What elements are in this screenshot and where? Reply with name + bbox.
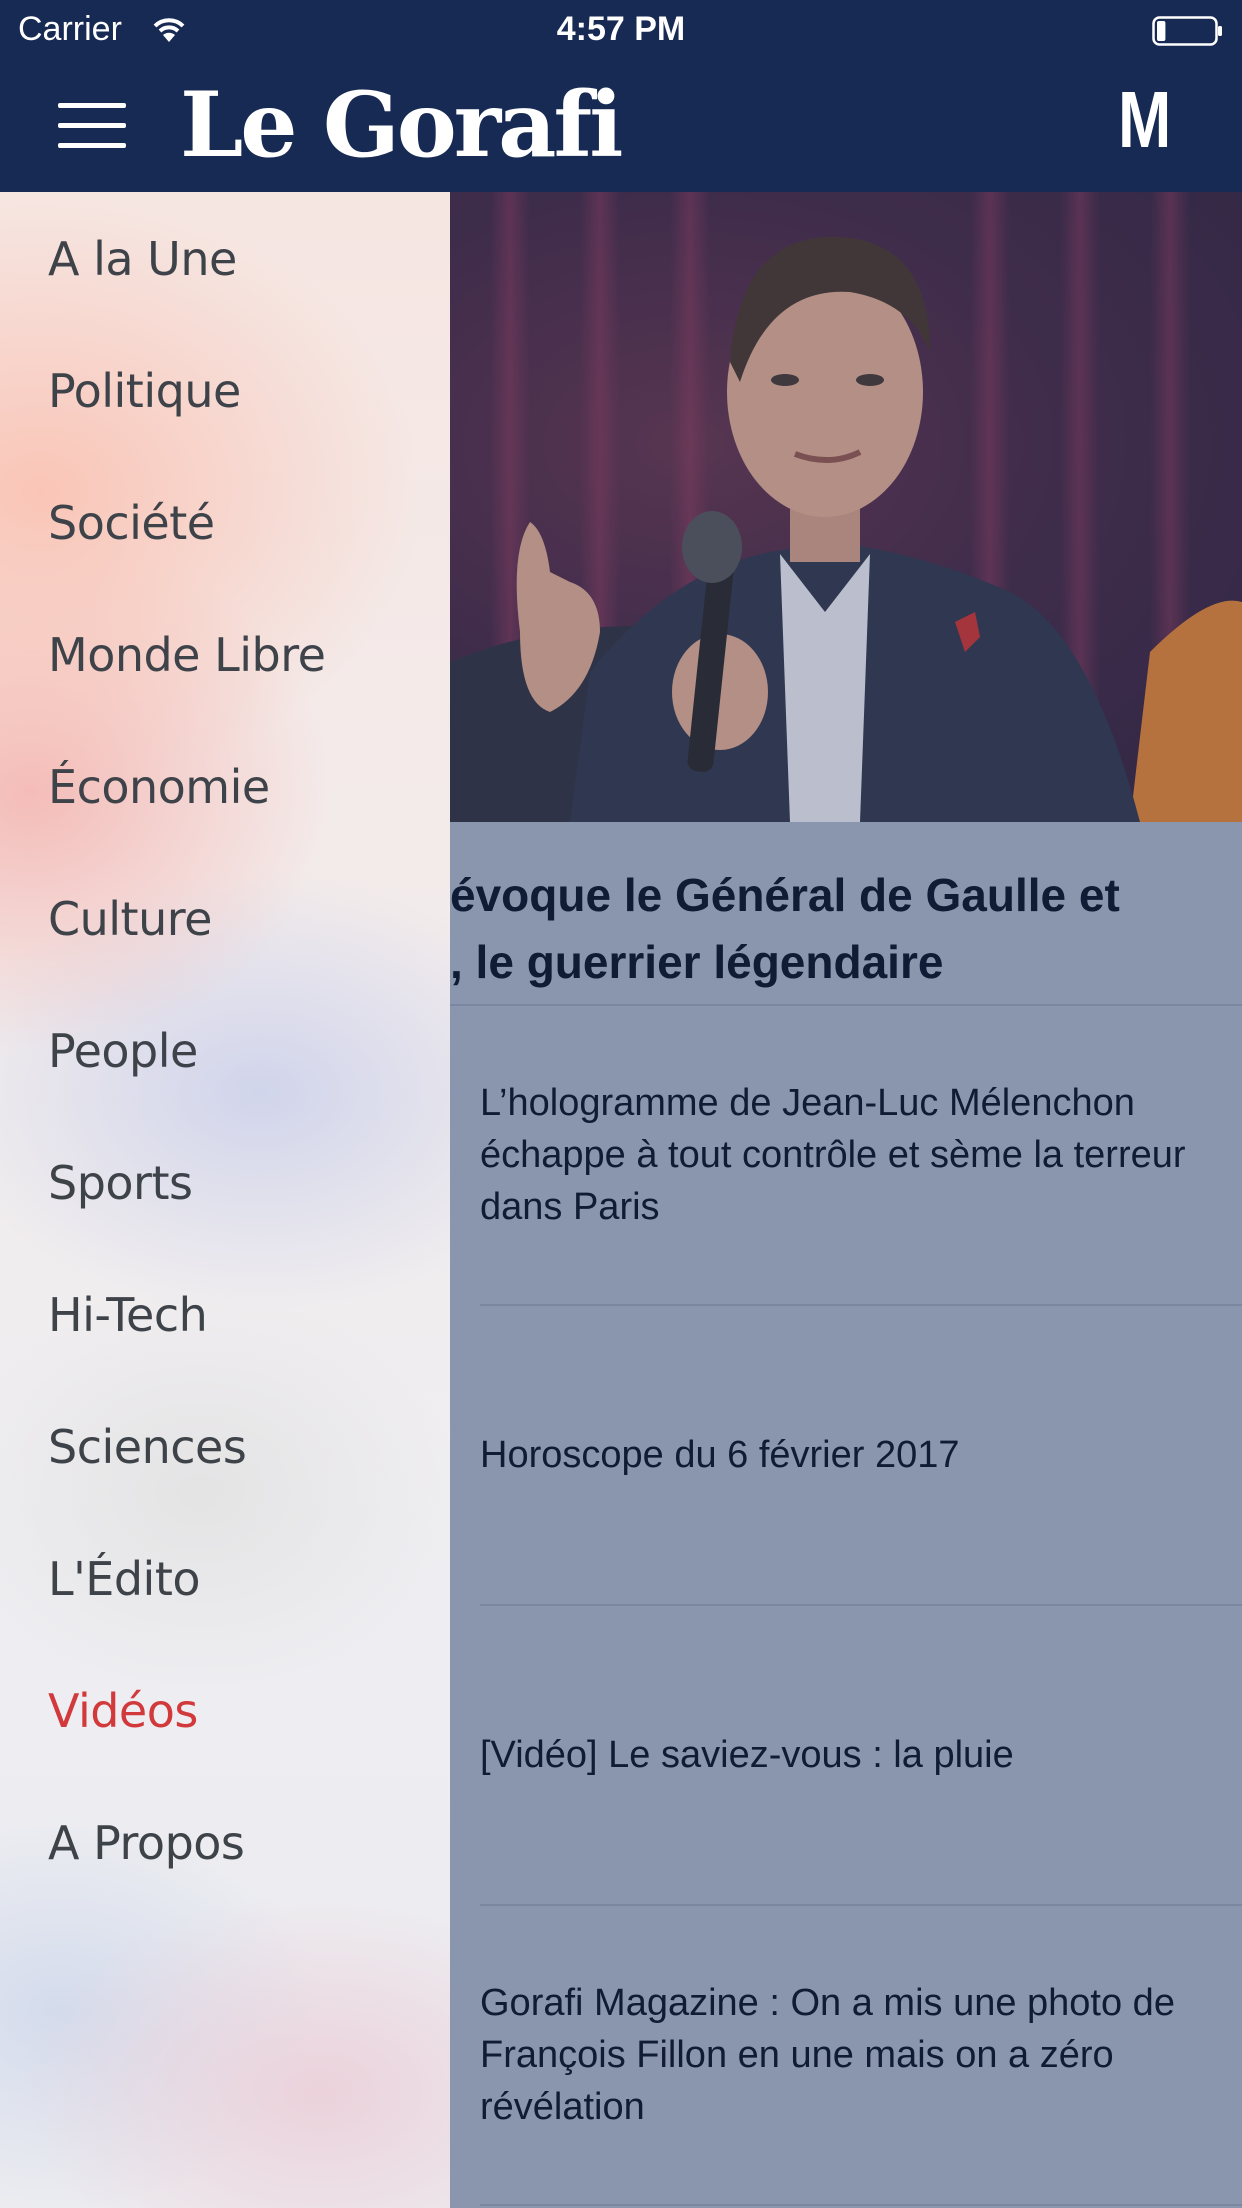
menu-item-a-propos[interactable]: A Propos: [48, 1816, 245, 1870]
menu-item-videos[interactable]: Vidéos: [48, 1684, 198, 1738]
menu-item-sports[interactable]: Sports: [48, 1156, 193, 1210]
app-logo: Le Gorafi: [180, 72, 623, 178]
list-item[interactable]: L’hologramme de Jean-Luc Mélenchon échap…: [480, 1006, 1242, 1306]
side-menu-drawer: A la Une Politique Société Monde Libre É…: [0, 192, 450, 2208]
menu-item-politique[interactable]: Politique: [48, 364, 241, 418]
menu-item-societe[interactable]: Société: [48, 496, 215, 550]
battery-icon: [1152, 16, 1222, 46]
menu-item-hi-tech[interactable]: Hi-Tech: [48, 1288, 208, 1342]
list-item[interactable]: Gorafi Magazine : On a mis une photo de …: [480, 1906, 1242, 2206]
menu-item-people[interactable]: People: [48, 1024, 198, 1078]
navigation-bar: Le Gorafi M: [0, 62, 1242, 192]
menu-item-culture[interactable]: Culture: [48, 892, 212, 946]
featured-image[interactable]: [450, 192, 1242, 822]
featured-headline[interactable]: évoque le Général de Gaulle et , le guer…: [450, 862, 1242, 996]
status-time: 4:57 PM: [556, 10, 686, 48]
article-title: L’hologramme de Jean-Luc Mélenchon échap…: [480, 1082, 1186, 1228]
featured-headline-line1: évoque le Général de Gaulle et: [450, 869, 1120, 921]
menu-item-edito[interactable]: L'Édito: [48, 1552, 201, 1606]
status-bar: Carrier 4:57 PM: [0, 0, 1242, 62]
article-title: Gorafi Magazine : On a mis une photo de …: [480, 1982, 1175, 2128]
list-item[interactable]: Horoscope du 6 février 2017: [480, 1306, 1242, 1606]
featured-headline-line2: , le guerrier légendaire: [450, 936, 944, 988]
magazine-button[interactable]: M: [1118, 74, 1171, 166]
menu-item-a-la-une[interactable]: A la Une: [48, 232, 237, 286]
app-screen: Carrier 4:57 PM Le Gorafi M évoque le Gé…: [0, 0, 1242, 2208]
menu-item-monde-libre[interactable]: Monde Libre: [48, 628, 326, 682]
list-item[interactable]: [Vidéo] Le saviez-vous : la pluie: [480, 1606, 1242, 1906]
hamburger-menu-icon[interactable]: [58, 99, 126, 151]
article-list: L’hologramme de Jean-Luc Mélenchon échap…: [480, 1006, 1242, 2206]
menu-item-sciences[interactable]: Sciences: [48, 1420, 247, 1474]
article-title: Horoscope du 6 février 2017: [480, 1434, 960, 1476]
article-title: [Vidéo] Le saviez-vous : la pluie: [480, 1734, 1014, 1776]
menu-item-economie[interactable]: Économie: [48, 760, 270, 814]
